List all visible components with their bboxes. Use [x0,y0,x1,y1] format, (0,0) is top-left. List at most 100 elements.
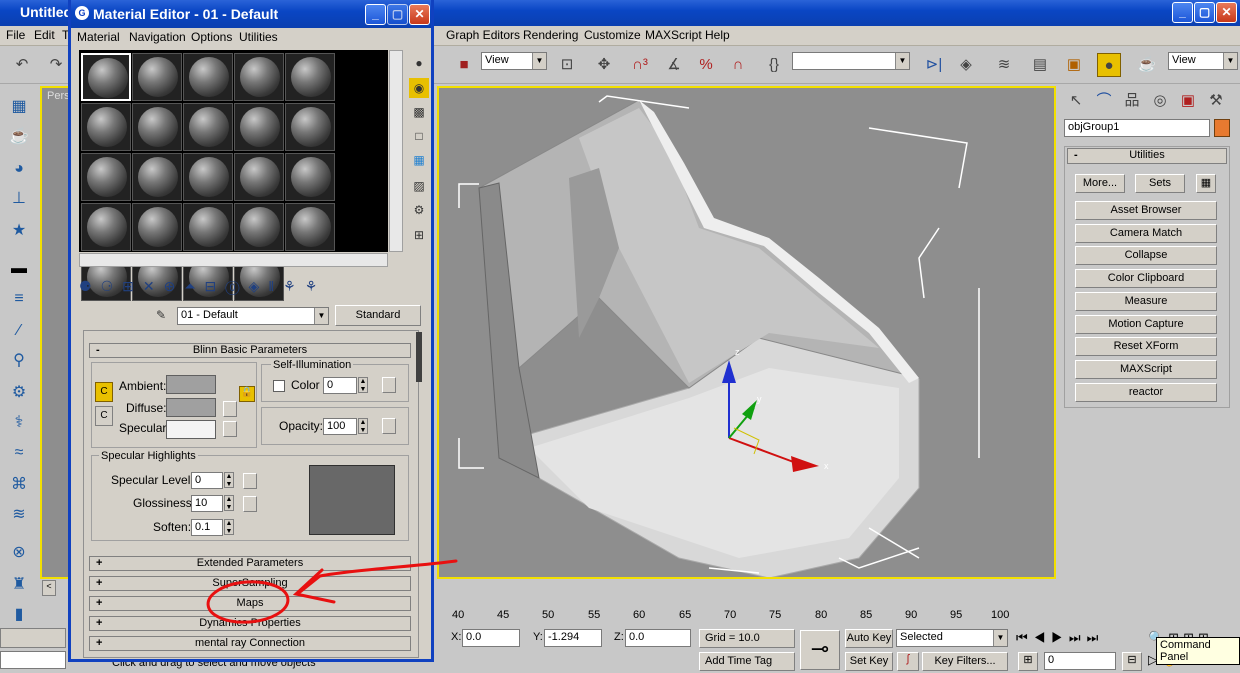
redo-icon[interactable]: ↷ [44,53,68,77]
me-maximize-button[interactable]: ▢ [387,4,408,25]
soften-field[interactable]: 0.1 [191,519,223,536]
ambient-color-swatch[interactable] [166,375,216,394]
y-coordinate-field[interactable]: -1.294 [544,629,602,647]
glossiness-spinner[interactable]: ▲ ▼ [224,495,234,511]
named-selection-dropdown[interactable]: ▼ [792,52,910,70]
key-icon[interactable]: ⊸ [800,630,840,670]
maxscript-button[interactable]: MAXScript [1075,360,1217,379]
display-tab-icon[interactable]: ▣ [1176,89,1200,113]
stack-icon[interactable]: ≡ [7,287,31,311]
key-mode-dropdown[interactable]: Selected ▼ [896,629,1008,647]
playback-controls[interactable]: ⏮◀▶⏭⏭ [1016,630,1104,646]
show-end-result-icon[interactable]: ‖ [268,278,283,294]
glossiness-field[interactable]: 10 [191,495,223,512]
create-tab-icon[interactable]: ↖ [1064,89,1088,113]
time-config-icon[interactable]: ⊟ [1122,652,1142,671]
menu-help[interactable]: Help [705,28,730,42]
spinner-snap-icon[interactable]: ∩ [726,53,750,77]
mirror-icon[interactable]: ⊳| [922,53,946,77]
link-icon[interactable]: ⊗ [7,541,31,565]
pivot-icon[interactable]: ⊡ [555,53,579,77]
key-mode-toggle-icon[interactable]: ⊞ [1018,652,1038,671]
reactor-button[interactable]: reactor [1075,383,1217,402]
extended-parameters-rollout[interactable]: + Extended Parameters [89,556,411,571]
me-menu-material[interactable]: Material [77,30,120,44]
asset-browser-button[interactable]: Asset Browser [1075,201,1217,220]
backlight-icon[interactable]: ◉ [409,78,429,98]
sample-slot[interactable] [234,53,284,101]
minimize-button[interactable]: _ [1172,2,1193,23]
go-forward-icon[interactable]: ⚘ [305,278,327,294]
material-effects-icon[interactable]: ⓪ [225,278,248,294]
motion-tab-icon[interactable]: ◎ [1148,89,1172,113]
object-name-field[interactable]: objGroup1 [1064,119,1210,137]
render-view-dropdown[interactable]: View ▼ [1168,52,1238,70]
percent-snap-icon[interactable]: % [694,53,718,77]
menu-file[interactable]: File [6,28,25,42]
utilities-rollout-header[interactable]: - Utilities [1067,148,1227,164]
color-clipboard-button[interactable]: Color Clipboard [1075,269,1217,288]
measure-button[interactable]: Measure [1075,292,1217,311]
hierarchy-tab-icon[interactable]: 品 [1120,89,1144,113]
star-icon[interactable]: ★ [7,219,31,243]
lamp-icon[interactable]: ⊥ [7,187,31,211]
sample-slot[interactable] [234,153,284,201]
sample-slot[interactable] [234,103,284,151]
menu-graph-editors[interactable]: Graph Editors [446,28,520,42]
camera-match-button[interactable]: Camera Match [1075,224,1217,243]
add-time-tag-button[interactable]: Add Time Tag [699,652,795,671]
sphere-icon[interactable]: ◕ [7,157,31,181]
snap-3-icon[interactable]: ∩³ [628,53,652,77]
maxscript-listener-mini[interactable] [0,628,66,648]
set-key-button[interactable]: Set Key [845,652,893,671]
assign-to-selection-icon[interactable]: ⊞ [122,278,143,294]
menu-maxscript[interactable]: MAXScript [645,28,702,42]
modify-tab-icon[interactable]: ⌒ [1092,89,1116,113]
material-editor-icon[interactable]: ● [1097,53,1121,77]
teapot-icon[interactable]: ☕ [7,125,31,149]
sample-slot[interactable] [132,153,182,201]
object-color-swatch[interactable] [1214,119,1230,137]
self-illum-map-button[interactable] [382,377,396,393]
biped-icon[interactable]: ♜ [7,573,31,597]
particle-icon[interactable]: ≈ [7,441,31,465]
sets-button[interactable]: Sets [1135,174,1185,193]
sample-slot[interactable] [183,103,233,151]
specular-level-spinner[interactable]: ▲ ▼ [224,472,234,488]
maxscript-mini-field[interactable] [0,651,66,669]
auto-key-button[interactable]: Auto Key [845,629,893,648]
specular-level-map-button[interactable] [243,473,257,489]
wind-icon[interactable]: ⚕ [7,411,31,435]
sample-slot[interactable] [132,103,182,151]
select-region-icon[interactable]: ■ [452,53,476,77]
supersampling-rollout[interactable]: + SuperSampling [89,576,411,591]
reset-map-icon[interactable]: ✕ [143,278,164,294]
sample-slot[interactable] [81,103,131,151]
select-by-material-icon[interactable]: ⊞ [409,225,429,245]
lock-diffuse-specular-icon[interactable]: C [95,406,113,426]
menu-rendering[interactable]: Rendering [523,28,578,42]
self-illum-color-checkbox[interactable] [273,380,285,392]
parameters-scrollbar[interactable] [416,332,422,382]
align-icon[interactable]: ◈ [954,53,978,77]
bend-icon[interactable]: ⌘ [7,473,31,497]
put-to-library-icon[interactable]: ⊟ [205,278,226,294]
diffuse-map-button[interactable] [223,401,237,417]
manipulate-icon[interactable]: ✥ [592,53,616,77]
sample-slot[interactable] [285,153,335,201]
sample-slot[interactable] [81,53,131,101]
layer-manager-icon[interactable]: ≋ [992,53,1016,77]
wave-icon[interactable]: ≋ [7,503,31,527]
options-icon[interactable]: ⚙ [409,200,429,220]
sample-slot[interactable] [132,203,182,251]
lock-ambient-diffuse-icon[interactable]: C [95,382,113,402]
slot-horizontal-scrollbar[interactable] [79,253,388,267]
specular-level-field[interactable]: 0 [191,472,223,489]
lock-icon[interactable]: 🔒 [239,386,255,402]
sample-uv-tiling-icon[interactable]: □ [409,126,429,146]
configure-sets-icon[interactable]: ▦ [1196,174,1216,193]
time-slider-left-arrow[interactable]: < [42,580,56,596]
menu-customize[interactable]: Customize [584,28,641,42]
x-coordinate-field[interactable]: 0.0 [462,629,520,647]
make-preview-icon[interactable]: ▨ [409,176,429,196]
